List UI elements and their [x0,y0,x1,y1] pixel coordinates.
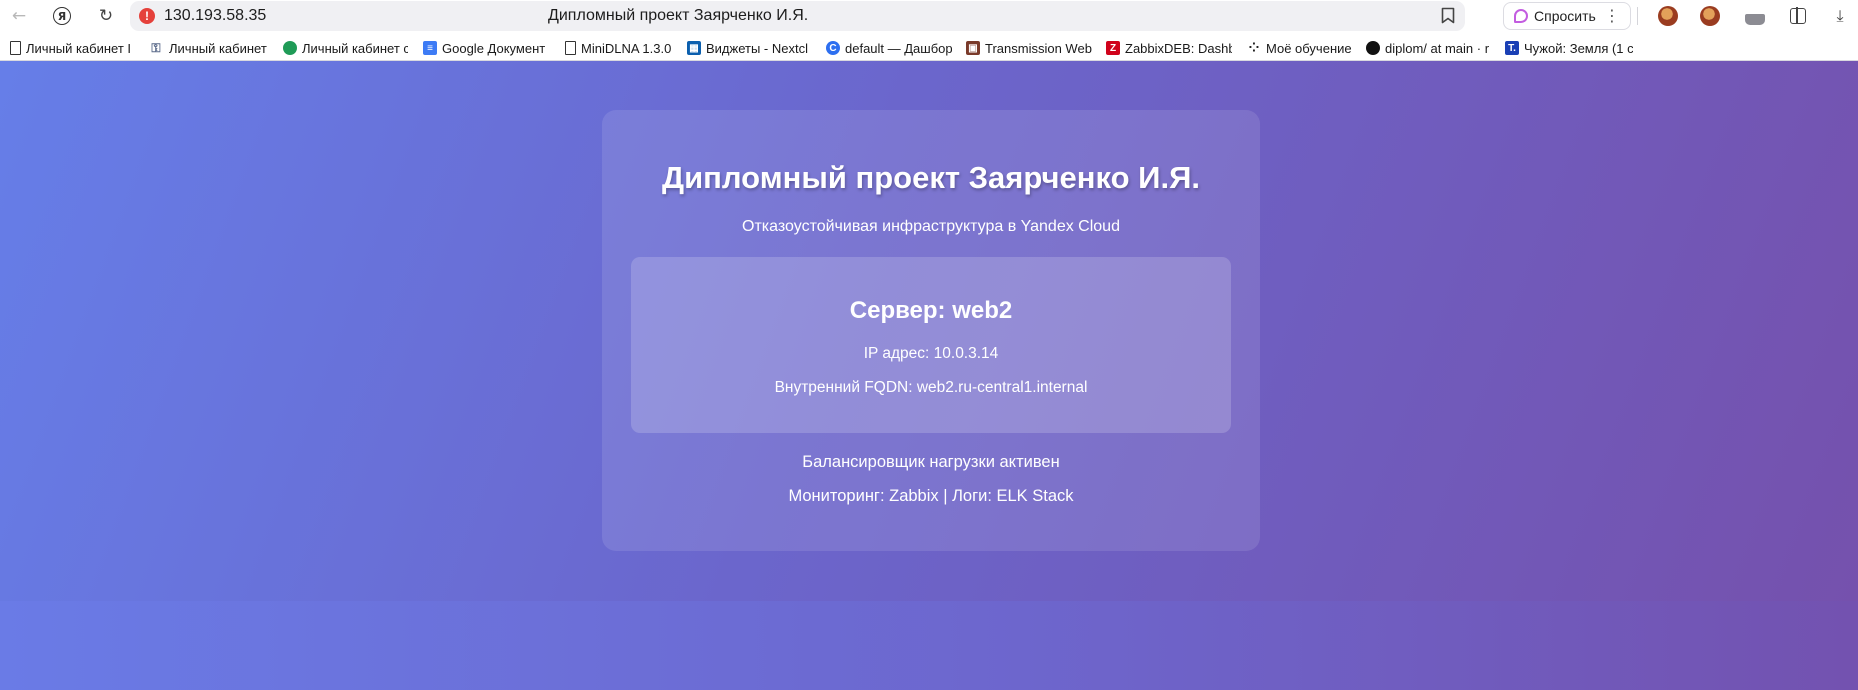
extensions-icon [1790,7,1806,24]
arrow-left-icon: ← [11,6,27,26]
bookmark-item[interactable]: ▦ Виджеты - Nextcl [687,38,813,58]
bookmark-item[interactable]: Z ZabbixDEB: Dashb [1106,38,1232,58]
more-icon[interactable]: ⋮ [1604,6,1620,25]
extensions-button[interactable] [1786,4,1810,28]
key-icon: ⚿ [151,40,161,55]
server-fqdn: Внутренний FQDN: web2.ru-central1.intern… [774,379,1088,396]
transmission-icon: ▣ [966,41,980,55]
reload-button[interactable]: ↻ [93,3,119,29]
balancer-status: Балансировщик нагрузки активен [802,453,1060,471]
ask-button[interactable]: Спросить ⋮ [1503,2,1631,30]
bookmark-icon[interactable] [1441,7,1455,24]
page-background-lower [0,601,1858,690]
browser-toolbar: ← Я ↻ ! 130.193.58.35 Дипломный проект З… [0,0,1858,32]
google-docs-icon: ≡ [423,41,437,55]
back-button[interactable]: ← [6,3,32,29]
alice-icon [1514,9,1528,23]
extension-avatar-2[interactable] [1698,4,1722,28]
github-icon [1366,41,1380,55]
bookmark-item[interactable]: T. Чужой: Земля (1 с [1505,38,1633,58]
bookmark-label: Личный кабинет с [302,40,408,56]
page-content: Дипломный проект Заярченко И.Я. Отказоус… [0,61,1858,601]
bookmark-item[interactable]: ▣ Transmission Web [966,38,1092,58]
tray-icon [1745,13,1765,25]
zabbix-icon: Z [1106,41,1120,55]
bookmark-label: Чужой: Земля (1 с [1524,40,1633,56]
doc-icon [565,41,576,55]
dots-icon: ⁘ [1248,40,1260,56]
toolbar-divider [1637,7,1638,25]
extension-tray[interactable] [1743,4,1767,28]
page-subtitle: Отказоустойчивая инфраструктура в Yandex… [742,218,1120,235]
page-title-in-address-bar: Дипломный проект Заярченко И.Я. [548,7,809,24]
avatar-icon [1658,6,1678,26]
extension-avatar-1[interactable] [1656,4,1680,28]
bookmark-label: MiniDLNA 1.3.0 [581,40,672,56]
bookmark-label: default — Дашбор [845,40,952,56]
bookmark-label: ZabbixDEB: Dashb [1125,40,1232,56]
bookmark-item[interactable]: MiniDLNA 1.3.0 [565,38,676,58]
not-secure-icon[interactable]: ! [139,8,155,24]
bookmark-label: diplom/ at main · r [1385,40,1490,56]
bookmark-item[interactable]: ≡ Google Документ [423,38,549,58]
yandex-icon: Я [53,7,71,25]
yandex-button[interactable]: Я [49,3,75,29]
monitoring-info: Мониторинг: Zabbix | Логи: ELK Stack [788,487,1074,505]
bookmark-item[interactable]: ⁘ Моё обучение [1247,38,1355,58]
bookmark-label: Моё обучение [1266,40,1352,56]
bookmark-label: Виджеты - Nextcl [706,40,808,56]
reload-icon: ↻ [98,6,114,26]
info-card: Дипломный проект Заярченко И.Я. Отказоус… [602,110,1260,551]
bookmark-label: Google Документ [442,40,546,56]
bookmark-item[interactable]: C default — Дашбор [826,38,952,58]
doc-icon [10,41,21,55]
green-circle-icon [283,41,297,55]
download-icon: ⤓ [1836,6,1844,25]
bookmark-label: Transmission Web [985,40,1092,56]
server-name: Сервер: web2 [849,297,1013,324]
downloads-button[interactable]: ⤓ [1828,4,1852,28]
nextcloud-icon: ▦ [687,41,701,55]
bookmark-item[interactable]: ⚿ Личный кабинет [148,38,274,58]
bookmarks-bar: Личный кабинет I ⚿ Личный кабинет Личный… [0,36,1858,60]
browser-chrome: ← Я ↻ ! 130.193.58.35 Дипломный проект З… [0,0,1858,61]
bookmark-label: Личный кабинет I [26,40,132,56]
avatar-icon [1700,6,1720,26]
server-ip: IP адрес: 10.0.3.14 [863,345,999,362]
c-icon: C [826,41,840,55]
page-title: Дипломный проект Заярченко И.Я. [662,160,1200,195]
ask-button-label: Спросить [1534,8,1596,24]
bookmark-item[interactable]: diplom/ at main · r [1366,38,1492,58]
t-icon: T. [1505,41,1519,55]
url-text[interactable]: 130.193.58.35 [164,7,266,25]
bookmark-item[interactable]: Личный кабинет с [283,38,408,58]
server-info-panel: Сервер: web2 IP адрес: 10.0.3.14 Внутрен… [631,257,1231,433]
bookmark-item[interactable]: Личный кабинет I [10,38,138,58]
address-bar[interactable]: ! 130.193.58.35 Дипломный проект Заярчен… [130,1,1465,31]
bookmark-label: Личный кабинет [169,40,267,56]
